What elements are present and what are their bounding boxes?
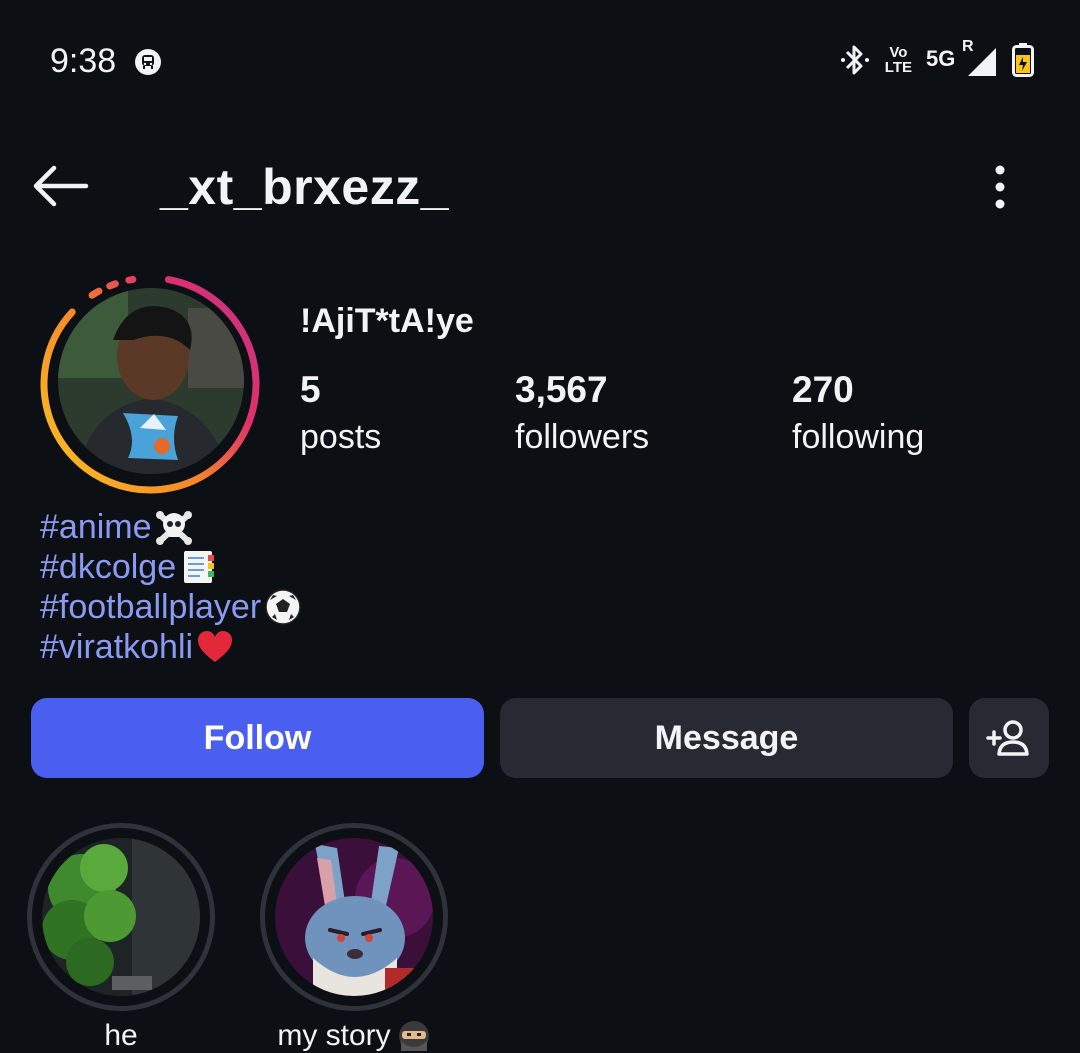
suggested-users-button[interactable] — [969, 698, 1049, 778]
bio-line: #anime — [40, 507, 303, 547]
highlight-label-text: my story — [277, 1019, 391, 1052]
stat-posts[interactable]: 5 posts — [300, 368, 381, 462]
back-arrow-icon[interactable] — [30, 162, 90, 210]
volte-top-label: Vo — [889, 44, 908, 61]
posts-count: 5 — [300, 369, 321, 410]
highlight-ring — [27, 823, 215, 1011]
highlight-item[interactable]: he — [27, 823, 215, 1053]
bio-line: #dkcolge — [40, 547, 303, 587]
battery-charging-icon — [1012, 43, 1034, 77]
bio-line: #viratkohli — [40, 627, 303, 667]
following-label: following — [792, 418, 925, 456]
stat-following[interactable]: 270 following — [792, 368, 924, 462]
highlight-photo — [275, 838, 433, 996]
hashtag-link[interactable]: #dkcolge — [40, 547, 176, 587]
ninja-icon — [398, 1021, 429, 1051]
profile-avatar[interactable] — [58, 288, 244, 474]
status-time: 9:38 — [50, 42, 117, 80]
posts-label: posts — [300, 418, 382, 456]
signal-icon — [968, 48, 996, 76]
hashtag-link[interactable]: #footballplayer — [40, 587, 261, 627]
followers-label: followers — [515, 418, 650, 456]
notepad-icon — [184, 551, 215, 583]
highlight-label: my story — [260, 1019, 448, 1053]
profile-bio: #anime #dkcolge #footballplayer #viratko… — [40, 507, 303, 667]
highlight-item[interactable]: my story — [260, 823, 448, 1053]
network-indicator: 5G R — [926, 38, 998, 80]
red-heart-icon — [198, 631, 233, 662]
hashtag-link[interactable]: #anime — [40, 507, 152, 547]
highlight-cover — [42, 838, 200, 996]
status-icons: Vo LTE 5G R — [839, 38, 1034, 80]
avatar-photo — [58, 288, 244, 474]
highlight-cover — [275, 838, 433, 996]
soccer-ball-icon — [265, 589, 301, 625]
display-name: !AjiT*tA!ye — [300, 302, 474, 340]
volte-icon: Vo LTE — [885, 45, 912, 75]
hashtag-link[interactable]: #viratkohli — [40, 627, 193, 667]
highlight-ring — [260, 823, 448, 1011]
follow-button[interactable]: Follow — [31, 698, 484, 778]
highlight-photo — [42, 838, 200, 996]
more-options-icon[interactable] — [986, 164, 1014, 210]
add-person-icon — [986, 720, 1029, 756]
skull-crossbones-icon — [155, 511, 192, 545]
followers-count: 3,567 — [515, 369, 608, 410]
bluetooth-icon — [840, 45, 869, 75]
message-button[interactable]: Message — [500, 698, 953, 778]
volte-bottom-label: LTE — [884, 59, 912, 76]
profile-username: _xt_brxezz_ — [160, 159, 449, 215]
stat-followers[interactable]: 3,567 followers — [515, 368, 649, 462]
highlight-label-text: he — [104, 1019, 138, 1052]
transit-notification-icon — [135, 49, 161, 75]
network-type-label: 5G — [926, 46, 956, 71]
highlight-label: he — [27, 1019, 215, 1053]
following-count: 270 — [792, 369, 854, 410]
bio-line: #footballplayer — [40, 587, 303, 627]
